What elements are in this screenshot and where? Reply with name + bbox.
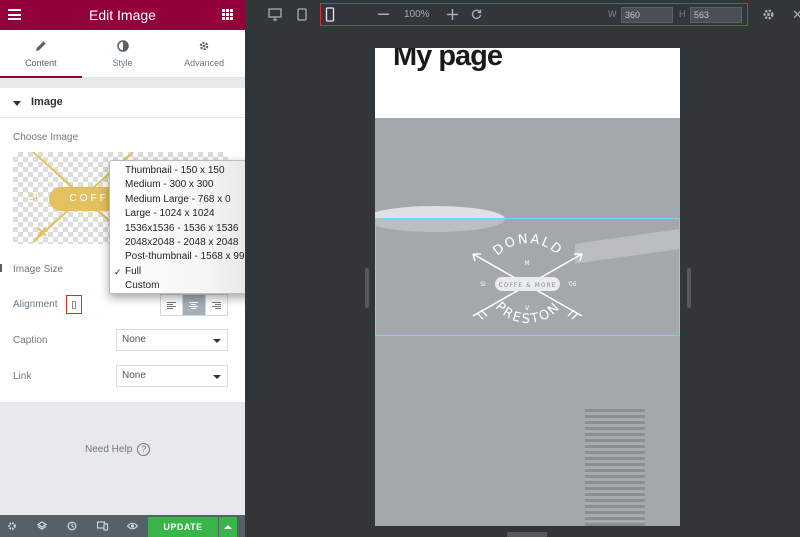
close-icon[interactable]: ✕ bbox=[792, 8, 800, 21]
caption-select[interactable]: None bbox=[116, 329, 228, 351]
gear-icon bbox=[198, 39, 210, 53]
page-heading[interactable]: My page bbox=[393, 48, 503, 73]
responsive-mode-icon[interactable] bbox=[97, 521, 108, 531]
tab-advanced-label: Advanced bbox=[184, 58, 225, 68]
width-input[interactable]: 360 bbox=[621, 7, 673, 23]
resize-handle-bottom[interactable] bbox=[507, 532, 547, 537]
panel-header: Edit Image bbox=[0, 0, 245, 30]
update-button[interactable]: UPDATE bbox=[148, 517, 218, 537]
alignment-label: Alignment bbox=[13, 299, 58, 310]
height-input[interactable]: 563 bbox=[690, 7, 742, 23]
tab-advanced[interactable]: Advanced bbox=[163, 30, 245, 77]
person-silhouette bbox=[585, 408, 645, 526]
checkmark-icon: ✓ bbox=[114, 266, 122, 277]
question-icon: ? bbox=[137, 443, 151, 456]
desktop-icon[interactable] bbox=[268, 8, 282, 21]
align-center-button[interactable] bbox=[183, 295, 206, 315]
logo-m: M bbox=[524, 260, 529, 267]
preview-eye-icon[interactable] bbox=[127, 521, 138, 531]
section-header-image[interactable]: Image bbox=[0, 88, 245, 118]
panel-title: Edit Image bbox=[89, 7, 156, 23]
history-icon[interactable] bbox=[67, 521, 77, 531]
logo-right-tag: '06 bbox=[567, 281, 576, 288]
logo-v: V bbox=[525, 305, 530, 312]
toolbar-settings-icon[interactable] bbox=[762, 8, 775, 21]
caret-down-icon bbox=[13, 101, 21, 106]
tab-style[interactable]: Style bbox=[82, 30, 164, 77]
link-label: Link bbox=[13, 371, 32, 382]
caption-label: Caption bbox=[13, 335, 48, 346]
update-options-button[interactable] bbox=[219, 517, 237, 537]
settings-gear-icon[interactable] bbox=[7, 521, 17, 531]
dropdown-option-label: Medium - 300 x 300 bbox=[125, 179, 214, 191]
pencil-icon bbox=[35, 39, 47, 53]
dropdown-option-label: 1536x1536 - 1536 x 1536 bbox=[125, 222, 239, 234]
responsive-mobile-icon[interactable] bbox=[66, 295, 82, 314]
logo-bottom-text: PRESTON bbox=[492, 299, 562, 327]
logo-pill-text: COFFE & MORE bbox=[499, 282, 557, 289]
dropdown-option-label: Thumbnail - 150 x 150 bbox=[125, 165, 225, 176]
zoom-in-icon[interactable] bbox=[447, 9, 458, 20]
dropdown-option-label: Full bbox=[125, 265, 142, 277]
panel-footer: UPDATE bbox=[0, 515, 245, 537]
tab-style-label: Style bbox=[112, 58, 133, 68]
image-size-label: Image Size bbox=[13, 264, 64, 275]
resize-handle-left[interactable] bbox=[365, 268, 369, 308]
link-select[interactable]: None bbox=[116, 365, 228, 387]
zoom-level: 100% bbox=[404, 9, 430, 20]
reset-zoom-icon[interactable] bbox=[471, 9, 482, 20]
donald-preston-logo: DONALD PRESTON M V COFFE & MORE SI '06 bbox=[472, 232, 583, 327]
dropdown-option-label: Medium Large - 768 x 0 bbox=[125, 193, 231, 205]
widgets-grid-icon[interactable] bbox=[222, 9, 233, 20]
page-preview[interactable]: My page DONALD PRESTON M V COFFE & MORE … bbox=[375, 48, 680, 526]
tablet-icon[interactable] bbox=[297, 8, 307, 21]
align-center-icon bbox=[189, 301, 199, 309]
resize-handle-right[interactable] bbox=[687, 268, 691, 308]
align-right-button[interactable] bbox=[205, 295, 227, 315]
svg-text:PRESTON: PRESTON bbox=[492, 299, 564, 327]
row-indicator bbox=[0, 264, 2, 272]
need-help-link[interactable]: Need Help ? bbox=[85, 443, 151, 456]
align-left-icon bbox=[167, 301, 177, 309]
svg-text:DONALD: DONALD bbox=[490, 232, 565, 259]
tab-content[interactable]: Content bbox=[0, 30, 82, 78]
height-label: H bbox=[679, 9, 686, 19]
logo-left-tag: SI bbox=[480, 281, 486, 288]
align-right-icon bbox=[211, 301, 221, 309]
need-help-label: Need Help bbox=[85, 444, 133, 455]
dropdown-option-label: Large - 1024 x 1024 bbox=[125, 208, 215, 220]
dropdown-option-label: 2048x2048 - 2048 x 2048 bbox=[125, 236, 239, 248]
half-circle-icon bbox=[116, 39, 129, 53]
logo-top-text: DONALD bbox=[490, 232, 563, 259]
dropdown-option-label: Custom bbox=[125, 280, 160, 292]
preview-tag: SI bbox=[29, 192, 38, 202]
layers-icon[interactable] bbox=[37, 521, 47, 531]
alignment-control bbox=[160, 294, 228, 316]
dropdown-option-label: Post-thumbnail - 1568 x 9999 bbox=[125, 251, 256, 263]
choose-image-label: Choose Image bbox=[13, 132, 79, 143]
panel-tabs: Content Style Advanced bbox=[0, 30, 245, 78]
align-left-button[interactable] bbox=[161, 295, 184, 315]
section-title: Image bbox=[31, 96, 63, 108]
tab-content-label: Content bbox=[25, 58, 57, 68]
mobile-icon[interactable] bbox=[325, 7, 335, 22]
zoom-out-icon[interactable] bbox=[378, 13, 389, 16]
width-label: W bbox=[608, 9, 617, 19]
